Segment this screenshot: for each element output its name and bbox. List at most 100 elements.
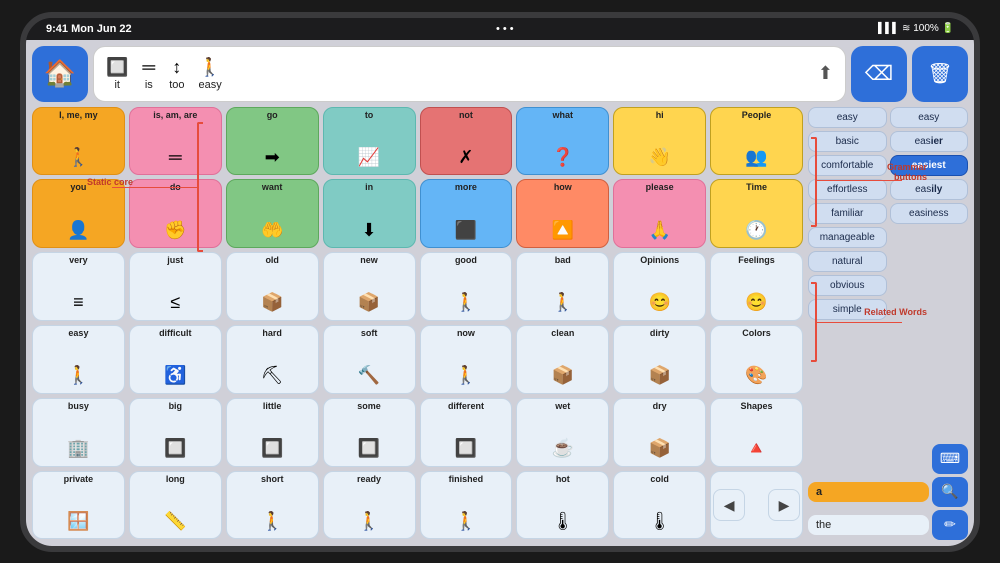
search-button[interactable]: 🔍 [932,477,968,507]
cell-time[interactable]: Time 🕐 [710,179,803,248]
core-row-1: I, me, my 🚶 is, am, are ═ go ➡ to 📈 [32,107,803,176]
grammar-simple[interactable]: simple [808,299,887,320]
word-row-2: easy 🚶 difficult ♿ hard ⛏ soft 🔨 [32,325,803,394]
sentence-word-it: 🔲 it [106,57,128,91]
cell-finished[interactable]: finished 🚶 [420,471,513,540]
grammar-easily[interactable]: easily [890,179,969,200]
core-row-2: you 👤 do ✊ want 🤲 in ⬇ [32,179,803,248]
word-row-3: busy 🏢 big 🔲 little 🔲 some 🔲 [32,398,803,467]
cell-soft[interactable]: soft 🔨 [323,325,416,394]
status-time: 9:41 Mon Jun 22 [46,23,132,35]
grammar-easiness[interactable]: easiness [890,203,969,224]
ipad-frame: 9:41 Mon Jun 22 • • • ▌▌▌ ≋ 100% 🔋 🏠 🔲 i… [20,12,980,552]
cell-dry[interactable]: dry 📦 [613,398,706,467]
backspace-icon: ⌫ [865,61,893,86]
cell-feelings[interactable]: Feelings 😊 [710,252,803,321]
home-icon: 🏠 [44,58,76,89]
grammar-comfortable[interactable]: comfortable [808,155,887,176]
sentence-word-too: ↕ too [169,57,184,91]
share-button[interactable]: ⬆ [818,63,833,84]
cell-dirty[interactable]: dirty 📦 [613,325,706,394]
cell-not[interactable]: not ✗ [420,107,513,176]
keyboard-button[interactable]: ⌨ [932,444,968,474]
cell-people[interactable]: People 👥 [710,107,803,176]
grammar-basic[interactable]: basic [808,131,887,152]
main-content: 🏠 🔲 it ═ is ↕ too 🚶 easy [26,40,974,546]
cell-old[interactable]: old 📦 [226,252,319,321]
cell-wet[interactable]: wet ☕ [516,398,609,467]
cell-more[interactable]: more ⬛ [420,179,513,248]
grammar-columns: easy basic comfortable effortless famili… [808,107,968,320]
nav-forward-arrow[interactable]: ▶ [768,489,800,521]
status-indicators: ▌▌▌ ≋ 100% 🔋 [878,23,954,34]
grid-area: Static core Grammarbuttons Related Words [32,107,968,540]
cell-shapes[interactable]: Shapes 🔺 [710,398,803,467]
main-grid: I, me, my 🚶 is, am, are ═ go ➡ to 📈 [32,107,803,540]
cell-hot[interactable]: hot 🌡 [516,471,609,540]
cell-some[interactable]: some 🔲 [323,398,416,467]
cell-how[interactable]: how 🔼 [516,179,609,248]
right-panel: easy basic comfortable effortless famili… [808,107,968,540]
grammar-easiest[interactable]: easiest [890,155,969,176]
word-row-4: private 🪟 long 📏 short 🚶 ready 🚶 [32,471,803,540]
grammar-easy2[interactable]: easy [890,107,969,128]
sentence-word-easy: 🚶 easy [198,57,221,91]
cell-big[interactable]: big 🔲 [129,398,222,467]
cell-to[interactable]: to 📈 [323,107,416,176]
cell-clean[interactable]: clean 📦 [516,325,609,394]
grammar-easy[interactable]: easy [808,107,887,128]
cell-is-am-are[interactable]: is, am, are ═ [129,107,222,176]
cell-opinions[interactable]: Opinions 😊 [613,252,706,321]
cell-busy[interactable]: busy 🏢 [32,398,125,467]
grammar-manageable[interactable]: manageable [808,227,887,248]
pencil-button[interactable]: ✏ [932,510,968,540]
cell-nav-arrows: ◀ ▶ [710,471,803,540]
cell-easy[interactable]: easy 🚶 [32,325,125,394]
grammar-col-1: easy basic comfortable effortless famili… [808,107,887,320]
trash-button[interactable]: 🗑 [912,46,968,102]
grammar-familiar[interactable]: familiar [808,203,887,224]
cell-different[interactable]: different 🔲 [420,398,513,467]
status-bar: 9:41 Mon Jun 22 • • • ▌▌▌ ≋ 100% 🔋 [26,18,974,40]
cell-cold[interactable]: cold 🌡 [613,471,706,540]
cell-please[interactable]: please 🙏 [613,179,706,248]
cell-little[interactable]: little 🔲 [226,398,319,467]
cell-private[interactable]: private 🪟 [32,471,125,540]
cell-colors[interactable]: Colors 🎨 [710,325,803,394]
cell-in[interactable]: in ⬇ [323,179,416,248]
sentence-word-is: ═ is [142,57,155,91]
bottom-right-controls: ⌨ a 🔍 the ✏ [808,444,968,540]
cell-you[interactable]: you 👤 [32,179,125,248]
cell-go[interactable]: go ➡ [226,107,319,176]
word-input-a[interactable]: a [808,482,929,502]
sentence-bar: 🔲 it ═ is ↕ too 🚶 easy ⬆ [93,46,846,102]
grammar-effortless[interactable]: effortless [808,179,887,200]
nav-back-arrow[interactable]: ◀ [713,489,745,521]
cell-new[interactable]: new 📦 [323,252,416,321]
cell-do[interactable]: do ✊ [129,179,222,248]
home-button[interactable]: 🏠 [32,46,88,102]
cell-short[interactable]: short 🚶 [226,471,319,540]
cell-hard[interactable]: hard ⛏ [226,325,319,394]
cell-bad[interactable]: bad 🚶 [516,252,609,321]
grammar-easier[interactable]: easier [890,131,969,152]
cell-i-me-my[interactable]: I, me, my 🚶 [32,107,125,176]
cell-long[interactable]: long 📏 [129,471,222,540]
cell-now[interactable]: now 🚶 [420,325,513,394]
cell-just[interactable]: just ≤ [129,252,222,321]
grammar-natural[interactable]: natural [808,251,887,272]
top-bar: 🏠 🔲 it ═ is ↕ too 🚶 easy [32,46,968,102]
backspace-button[interactable]: ⌫ [851,46,907,102]
cell-good[interactable]: good 🚶 [420,252,513,321]
cell-what[interactable]: what ❓ [516,107,609,176]
word-input-the[interactable]: the [808,515,929,535]
trash-icon: 🗑 [927,61,952,86]
cell-difficult[interactable]: difficult ♿ [129,325,222,394]
cell-hi[interactable]: hi 👋 [613,107,706,176]
word-row-1: very ≡ just ≤ old 📦 new 📦 [32,252,803,321]
cell-ready[interactable]: ready 🚶 [323,471,416,540]
cell-very[interactable]: very ≡ [32,252,125,321]
grammar-col-2: easy easier easiest easily easiness [890,107,969,320]
grammar-obvious[interactable]: obvious [808,275,887,296]
cell-want[interactable]: want 🤲 [226,179,319,248]
